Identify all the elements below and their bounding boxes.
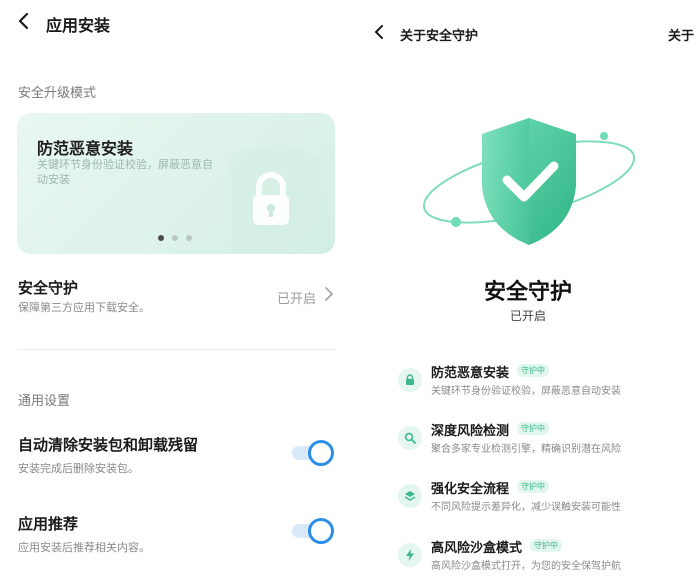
banner-description: 关键环节身份验证校验，屏蔽恶意自动安装 <box>37 158 213 186</box>
app-recommend-title: 应用推荐 <box>18 515 79 533</box>
hero-title: 安全守护 <box>483 280 572 305</box>
lock-icon <box>398 368 422 392</box>
shield-check-icon <box>422 118 636 245</box>
status-badge: 守护中 <box>530 539 562 552</box>
feature-item: 深度风险检测 守护中 聚合多家专业检测引擎，精确识别潜在风险 <box>396 420 700 460</box>
layers-icon <box>398 484 422 508</box>
app-recommend-toggle[interactable] <box>292 518 334 544</box>
app-recommend-subtitle: 应用安装后推荐相关内容。 <box>18 541 150 554</box>
status-badge: 守护中 <box>517 422 549 435</box>
status-badge: 守护中 <box>517 480 549 493</box>
search-icon <box>398 426 422 450</box>
auto-clean-subtitle: 安装完成后删除安装包。 <box>18 462 139 475</box>
feature-banner[interactable]: 防范恶意安装 关键环节身份验证校验，屏蔽恶意自动安装 <box>17 113 335 254</box>
top-bar: 应用安装 <box>0 0 350 44</box>
feature-item: 高风险沙盒模式 守护中 高风险沙盒模式打开，为您的安全保驾护航 <box>396 537 700 577</box>
feature-description: 聚合多家专业检测引擎，精确识别潜在风险 <box>431 444 621 455</box>
toggle-knob <box>308 518 334 544</box>
chevron-right-icon <box>325 287 333 301</box>
banner-title: 防范恶意安装 <box>37 139 134 158</box>
feature-description: 高风险沙盒模式打开，为您的安全保驾护航 <box>431 561 621 572</box>
feature-description: 关键环节身份验证校验，屏蔽恶意自动安装 <box>431 386 621 397</box>
back-arrow-icon[interactable] <box>14 11 34 31</box>
lightning-icon <box>398 543 422 567</box>
feature-title: 深度风险检测 <box>431 424 510 439</box>
feature-description: 不同风险提示差异化，减少误触安装可能性 <box>431 502 621 513</box>
feature-title: 防范恶意安装 <box>431 366 510 381</box>
carousel-dot-active[interactable] <box>158 235 164 241</box>
carousel-dot[interactable] <box>172 235 178 241</box>
feature-title: 强化安全流程 <box>431 482 510 497</box>
carousel-dot[interactable] <box>186 235 192 241</box>
auto-clean-toggle[interactable] <box>292 440 334 466</box>
page-title: 关于安全守护 <box>400 29 479 44</box>
section-label-general: 通用设置 <box>18 394 71 409</box>
app-install-settings-screen: 应用安装 安全升级模式 防范恶意安装 关键环节身份验证校验，屏蔽恶意自动安装 安… <box>0 0 350 582</box>
about-link[interactable]: 关于 <box>668 25 694 44</box>
hero-status: 已开启 <box>509 309 546 323</box>
feature-title: 高风险沙盒模式 <box>431 541 523 556</box>
auto-clean-title: 自动清除安装包和卸载残留 <box>18 436 199 454</box>
carousel-dots <box>158 235 192 241</box>
security-guard-subtitle: 保障第三方应用下载安全。 <box>18 301 150 314</box>
back-arrow-icon[interactable] <box>370 23 388 41</box>
section-label-security-upgrade: 安全升级模式 <box>18 86 97 101</box>
security-guard-status: 已开启 <box>276 292 316 307</box>
about-security-guard-screen: 关于安全守护 关于 安全守护 已开启 防范恶意安装 守护中 关键环节身份验证校验… <box>356 0 700 582</box>
feature-item: 防范恶意安装 守护中 关键环节身份验证校验，屏蔽恶意自动安装 <box>396 362 700 402</box>
divider <box>18 349 336 350</box>
lock-shield-icon <box>231 143 319 253</box>
toggle-knob <box>308 440 334 466</box>
page-title: 应用安装 <box>46 16 111 35</box>
feature-item: 强化安全流程 守护中 不同风险提示差异化，减少误触安装可能性 <box>396 478 700 518</box>
security-guard-title: 安全守护 <box>18 279 79 297</box>
status-badge: 守护中 <box>517 364 549 377</box>
